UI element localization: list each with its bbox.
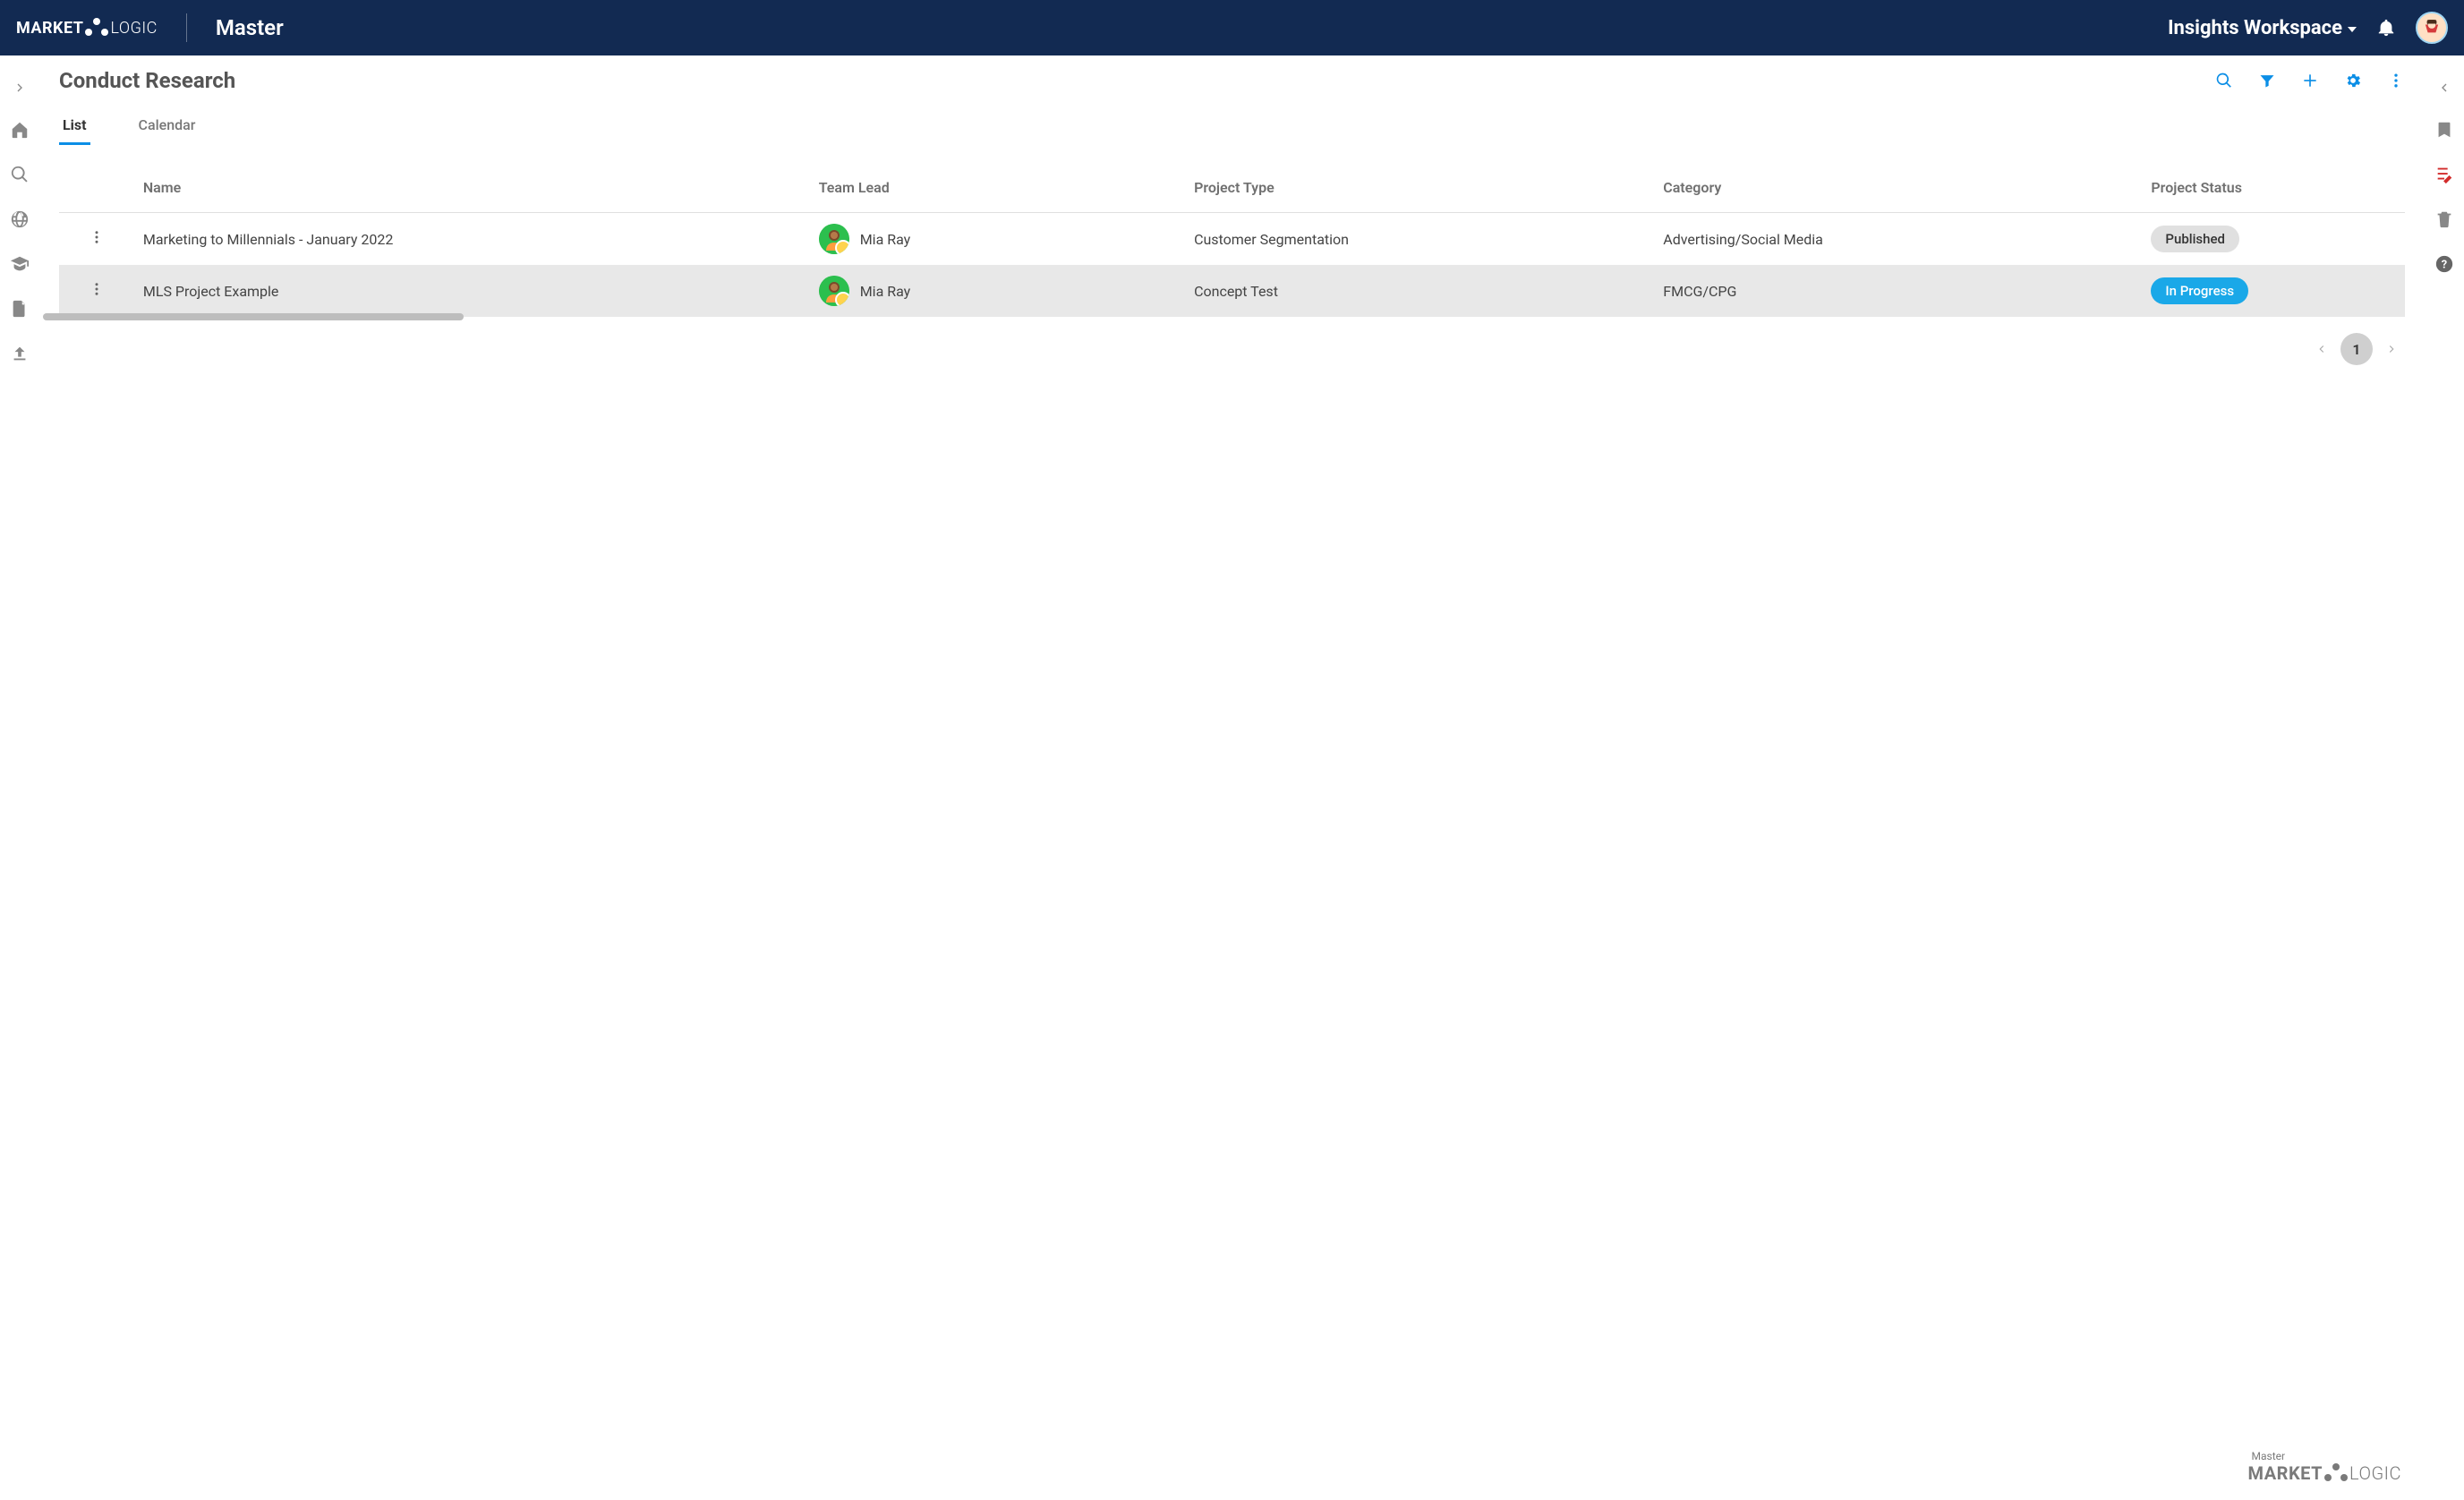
cell-category: Advertising/Social Media bbox=[1654, 213, 2142, 265]
academy-icon[interactable] bbox=[10, 254, 30, 274]
expand-left-rail-icon[interactable] bbox=[13, 81, 27, 95]
logo-connector-icon bbox=[2324, 1463, 2348, 1483]
horizontal-scrollbar[interactable] bbox=[43, 313, 464, 320]
table-row[interactable]: Marketing to Millennials - January 2022 … bbox=[59, 213, 2405, 265]
tab-list[interactable]: List bbox=[59, 109, 90, 145]
search-action-icon[interactable] bbox=[2215, 72, 2233, 89]
footer-brand-logo: Master MARKET LOGIC bbox=[2248, 1450, 2401, 1484]
trash-icon[interactable] bbox=[2434, 209, 2454, 229]
col-team-lead[interactable]: Team Lead bbox=[810, 168, 1185, 212]
logo-word-2: LOGIC bbox=[110, 19, 157, 38]
col-project-status[interactable]: Project Status bbox=[2142, 168, 2405, 212]
brand-logo[interactable]: MARKET LOGIC Master bbox=[16, 13, 284, 42]
home-icon[interactable] bbox=[10, 120, 30, 140]
collapse-right-rail-icon[interactable] bbox=[2437, 81, 2451, 95]
main-content: Conduct Research List Calendar bbox=[39, 55, 2425, 1500]
row-menu-icon[interactable] bbox=[89, 281, 105, 297]
filter-icon[interactable] bbox=[2258, 72, 2276, 89]
page-title: Conduct Research bbox=[59, 68, 235, 93]
cell-name[interactable]: MLS Project Example bbox=[134, 265, 810, 317]
cell-name[interactable]: Marketing to Millennials - January 2022 bbox=[134, 213, 810, 265]
upload-icon[interactable] bbox=[10, 344, 30, 363]
row-menu-icon[interactable] bbox=[89, 229, 105, 245]
next-page-icon[interactable] bbox=[2385, 343, 2398, 355]
tasks-icon[interactable] bbox=[2434, 165, 2454, 184]
caret-down-icon bbox=[2348, 27, 2357, 32]
settings-icon[interactable] bbox=[2344, 72, 2362, 89]
user-avatar[interactable] bbox=[2416, 12, 2448, 44]
team-lead-avatar[interactable] bbox=[819, 224, 849, 254]
col-name[interactable]: Name bbox=[134, 168, 810, 212]
bookmark-icon[interactable] bbox=[2434, 120, 2454, 140]
footer-logo-word-2: LOGIC bbox=[2349, 1462, 2401, 1484]
globe-icon[interactable] bbox=[10, 209, 30, 229]
col-project-type[interactable]: Project Type bbox=[1185, 168, 1654, 212]
file-icon[interactable] bbox=[10, 299, 30, 319]
table-row[interactable]: MLS Project Example Mia Ray Concept Test… bbox=[59, 265, 2405, 317]
right-nav-rail: ? bbox=[2425, 55, 2464, 1500]
tab-calendar[interactable]: Calendar bbox=[135, 109, 200, 145]
team-lead-avatar[interactable] bbox=[819, 276, 849, 306]
search-icon[interactable] bbox=[10, 165, 30, 184]
more-icon[interactable] bbox=[2387, 72, 2405, 89]
col-category[interactable]: Category bbox=[1654, 168, 2142, 212]
page-number[interactable]: 1 bbox=[2340, 333, 2373, 365]
left-nav-rail bbox=[0, 55, 39, 1500]
help-icon[interactable]: ? bbox=[2434, 254, 2454, 274]
cell-category: FMCG/CPG bbox=[1654, 265, 2142, 317]
logo-divider bbox=[186, 13, 187, 42]
page-actions bbox=[2215, 72, 2405, 89]
cell-team-lead: Mia Ray bbox=[860, 231, 911, 248]
logo-connector-icon bbox=[85, 18, 108, 38]
footer-logo-word-1: MARKET bbox=[2248, 1462, 2323, 1484]
pagination: 1 bbox=[59, 333, 2405, 365]
view-tabs: List Calendar bbox=[59, 109, 2405, 145]
add-icon[interactable] bbox=[2301, 72, 2319, 89]
workspace-dropdown[interactable]: Insights Workspace bbox=[2168, 17, 2357, 39]
notifications-icon[interactable] bbox=[2376, 18, 2396, 38]
status-badge: Published bbox=[2151, 226, 2239, 252]
cell-project-type: Concept Test bbox=[1185, 265, 1654, 317]
svg-text:?: ? bbox=[2442, 259, 2447, 272]
prev-page-icon[interactable] bbox=[2315, 343, 2328, 355]
cell-team-lead: Mia Ray bbox=[860, 283, 911, 300]
workspace-dropdown-label: Insights Workspace bbox=[2168, 17, 2342, 39]
top-header: MARKET LOGIC Master Insights Workspace bbox=[0, 0, 2464, 55]
status-badge: In Progress bbox=[2151, 277, 2248, 304]
logo-word-1: MARKET bbox=[16, 19, 83, 38]
footer-small-text: Master bbox=[2252, 1450, 2401, 1462]
cell-project-type: Customer Segmentation bbox=[1185, 213, 1654, 265]
projects-table: Name Team Lead Project Type Category Pro… bbox=[59, 168, 2405, 317]
workspace-name[interactable]: Master bbox=[216, 15, 284, 40]
